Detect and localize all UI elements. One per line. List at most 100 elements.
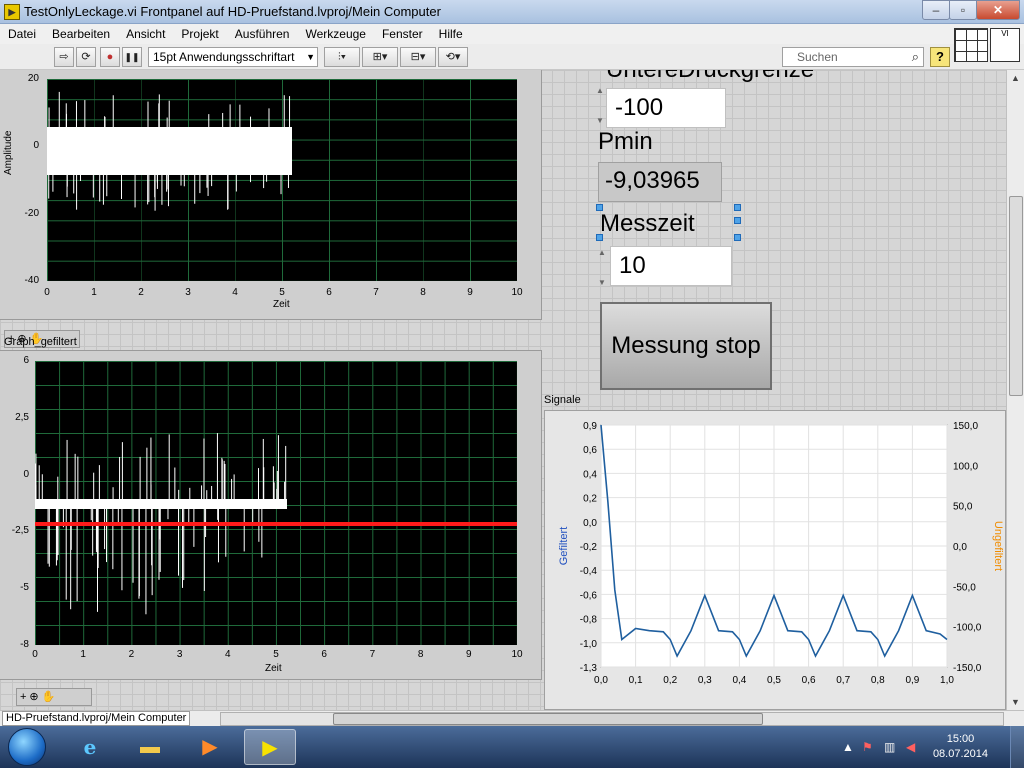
system-clock[interactable]: 15:00 08.07.2014 — [933, 732, 988, 762]
vertical-scroll-thumb[interactable] — [1009, 196, 1023, 396]
untere-druckgrenze-label: UntereDruckgrenze — [606, 70, 814, 84]
toolbar: ⇨ ⟳ ● ❚❚ 15pt Anwendungsschriftart ▼ ⫶▾ … — [0, 44, 1024, 70]
network-icon[interactable]: ▥ — [884, 740, 895, 754]
clock-time: 15:00 — [946, 733, 975, 745]
menu-ausfuehren[interactable]: Ausführen — [227, 24, 298, 44]
graph-filtered-label: Graph_gefiltert — [4, 336, 77, 348]
menu-bar: Datei Bearbeiten Ansicht Projekt Ausführ… — [0, 24, 1024, 44]
horizontal-scroll-thumb[interactable] — [333, 713, 763, 725]
menu-bearbeiten[interactable]: Bearbeiten — [44, 24, 118, 44]
maximize-button[interactable]: ▫ — [949, 0, 977, 20]
x-tick-label: 0,3 — [698, 675, 712, 686]
action-center-icon[interactable]: ⚑ — [862, 740, 873, 754]
x-tick-label: 2 — [128, 649, 135, 660]
menu-projekt[interactable]: Projekt — [173, 24, 226, 44]
x-tick-label: 0,1 — [629, 675, 643, 686]
selection-handle[interactable] — [734, 204, 741, 211]
x-tick-label: 0 — [44, 287, 50, 298]
font-select[interactable]: 15pt Anwendungsschriftart ▼ — [148, 47, 318, 67]
x-tick-label: 7 — [369, 649, 376, 660]
x-tick-label: 10 — [511, 287, 523, 298]
x-tick-label: 0,2 — [663, 675, 677, 686]
scroll-up-icon[interactable]: ▲ — [1007, 70, 1024, 86]
y2-tick-label: 50,0 — [953, 502, 973, 513]
minimize-button[interactable]: – — [922, 0, 950, 20]
x-tick-label: 0,5 — [767, 675, 781, 686]
messzeit-input[interactable]: 10 — [610, 246, 732, 286]
pause-icon[interactable]: ❚❚ — [122, 47, 142, 67]
start-button[interactable] — [8, 728, 46, 766]
ie-icon[interactable]: e — [64, 729, 116, 765]
show-desktop-button[interactable] — [1010, 726, 1024, 768]
distribute-objects-icon[interactable]: ⊞▾ — [362, 47, 398, 67]
x-tick-label: 0,6 — [802, 675, 816, 686]
y-tick-label: -40 — [24, 275, 39, 286]
connector-pane-icon[interactable] — [954, 28, 988, 62]
selection-handle[interactable] — [734, 234, 741, 241]
vertical-scrollbar[interactable]: ▲ ▼ — [1006, 70, 1024, 710]
signal-band — [47, 127, 292, 175]
x-tick-label: 4 — [225, 649, 231, 660]
y-tick-label: 0,9 — [583, 421, 597, 432]
selection-handle[interactable] — [596, 204, 603, 211]
spin-down-icon[interactable]: ▼ — [598, 278, 608, 288]
window-titlebar[interactable]: ▶ TestOnlyLeckage.vi Frontpanel auf HD-P… — [0, 0, 1024, 24]
menu-ansicht[interactable]: Ansicht — [118, 24, 173, 44]
clock-date: 08.07.2014 — [932, 748, 988, 760]
run-continuously-icon[interactable]: ⟳ — [76, 47, 96, 67]
y2-tick-label: 150,0 — [953, 421, 978, 432]
help-button[interactable]: ? — [930, 47, 950, 67]
window-title: TestOnlyLeckage.vi Frontpanel auf HD-Pru… — [24, 4, 441, 19]
resize-objects-icon[interactable]: ⊟▾ — [400, 47, 436, 67]
run-arrow-icon[interactable]: ⇨ — [54, 47, 74, 67]
y-tick-label: 0,6 — [583, 445, 597, 456]
search-icon[interactable]: ⌕ — [912, 48, 919, 66]
x-tick-label: 0,9 — [905, 675, 919, 686]
messung-stop-button[interactable]: Messung stop — [600, 302, 772, 390]
spin-down-icon[interactable]: ▼ — [596, 116, 606, 126]
menu-hilfe[interactable]: Hilfe — [431, 24, 471, 44]
graph-filtered-palette[interactable]: +⊕✋ — [16, 688, 92, 706]
spin-up-icon[interactable]: ▲ — [598, 248, 608, 258]
selection-handle[interactable] — [734, 217, 741, 224]
abort-icon[interactable]: ● — [100, 47, 120, 67]
graph-top-trace — [47, 91, 292, 211]
y-tick-label: -5 — [20, 582, 29, 594]
volume-icon[interactable]: ◀ — [906, 740, 915, 754]
x-tick-label: 1 — [80, 649, 86, 660]
align-objects-icon[interactable]: ⫶▾ — [324, 47, 360, 67]
scroll-down-icon[interactable]: ▼ — [1007, 694, 1024, 710]
labview-icon[interactable]: ▶ — [244, 729, 296, 765]
status-bar: HD-Pruefstand.lvproj/Mein Computer — [0, 710, 1024, 726]
media-player-icon[interactable]: ▶ — [184, 729, 236, 765]
x-tick-label: 0,8 — [871, 675, 885, 686]
x-tick-label: 2 — [138, 287, 144, 298]
y2-tick-label: -150,0 — [953, 663, 982, 674]
explorer-icon[interactable]: ▬ — [124, 729, 176, 765]
y-tick-label: -0,4 — [580, 566, 598, 577]
signals-chart-svg[interactable]: 0,9 0,6 0,4 0,2 0,0 -0,2 -0,4 -0,6 -0,8 -1,0 -1,3 1… — [545, 411, 1007, 711]
signals-chart: 0,9 0,6 0,4 0,2 0,0 -0,2 -0,4 -0,6 -0,8 -1,0 -1,3 1… — [544, 410, 1006, 710]
untere-druckgrenze-input[interactable]: -100 — [606, 88, 726, 128]
x-tick-label: 0,4 — [732, 675, 746, 686]
tray-up-arrow-icon[interactable]: ▲ — [842, 740, 854, 754]
threshold-line — [35, 522, 517, 526]
x-tick-label: 6 — [321, 649, 327, 660]
y2-tick-label: 100,0 — [953, 461, 978, 472]
spin-up-icon[interactable]: ▲ — [596, 86, 606, 96]
reorder-icon[interactable]: ⟲▾ — [438, 47, 468, 67]
menu-fenster[interactable]: Fenster — [374, 24, 431, 44]
menu-datei[interactable]: Datei — [0, 24, 44, 44]
vi-icon[interactable]: VI — [990, 28, 1020, 62]
graph-filtered-plot[interactable] — [35, 361, 517, 645]
menu-werkzeuge[interactable]: Werkzeuge — [297, 24, 373, 44]
close-button[interactable]: ✕ — [976, 0, 1020, 20]
x-tick-label: 5 — [273, 649, 279, 660]
y-tick-label: -2,5 — [11, 525, 29, 537]
graph-top-plot[interactable] — [47, 79, 517, 281]
search-field[interactable]: Suchen ⌕ — [782, 47, 924, 67]
selection-handle[interactable] — [596, 234, 603, 241]
horizontal-scrollbar[interactable] — [220, 712, 1004, 726]
signal-band — [35, 499, 287, 509]
pmin-label: Pmin — [598, 128, 653, 155]
